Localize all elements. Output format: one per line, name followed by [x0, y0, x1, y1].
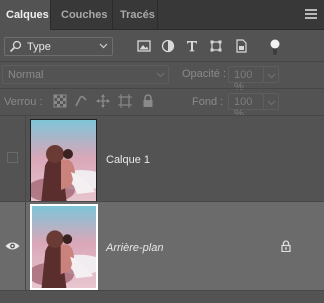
fill-dropdown-button[interactable]: [264, 93, 279, 110]
tab-calques[interactable]: Calques: [0, 0, 50, 31]
opacity-field[interactable]: 100 %: [228, 66, 264, 93]
smart-object-filter-icon[interactable]: [233, 38, 249, 54]
chevron-down-icon: [156, 72, 165, 78]
visibility-toggle[interactable]: [0, 116, 25, 201]
visibility-column-divider: [25, 116, 26, 201]
filter-toggle-switch[interactable]: [270, 38, 280, 56]
row-divider: [0, 290, 324, 291]
panel-divider: [0, 88, 324, 89]
layer-thumbnail-image: [31, 120, 96, 202]
tab-divider: [157, 0, 158, 30]
layers-panel: Calques Couches Tracés Type Normal Opaci…: [0, 0, 324, 303]
lock-artboard-icon[interactable]: [118, 94, 132, 108]
filter-kind-label: Type: [27, 41, 51, 53]
blend-mode-select[interactable]: Normal: [2, 65, 169, 84]
tab-traces[interactable]: Tracés: [114, 0, 161, 30]
lock-label: Verrou :: [4, 96, 43, 108]
layer-name[interactable]: Arrière-plan: [106, 242, 163, 254]
image-filter-icon[interactable]: [136, 38, 152, 54]
eye-icon: [5, 242, 20, 250]
tab-couches[interactable]: Couches: [55, 0, 113, 30]
blend-mode-value: Normal: [8, 69, 44, 81]
filter-kind-select[interactable]: Type: [4, 37, 113, 56]
lock-transparent-pixels-icon[interactable]: [53, 94, 67, 108]
chevron-down-icon: [267, 73, 276, 79]
chevron-down-icon: [267, 100, 276, 106]
lock-position-icon[interactable]: [96, 94, 110, 108]
tab-divider: [112, 0, 113, 30]
layer-row-arriere-plan[interactable]: Arrière-plan: [0, 202, 324, 290]
visibility-column-divider: [25, 202, 26, 290]
fill-label: Fond :: [192, 96, 224, 108]
panel-divider: [0, 61, 324, 62]
lock-image-pixels-icon[interactable]: [74, 94, 88, 108]
lock-all-icon[interactable]: [141, 94, 155, 108]
opacity-dropdown-button[interactable]: [264, 66, 279, 83]
layer-name[interactable]: Calque 1: [106, 154, 150, 166]
panel-menu-icon[interactable]: [305, 9, 317, 19]
panel-tab-bar: Calques Couches Tracés: [0, 0, 324, 31]
layer-row-calque-1[interactable]: Calque 1: [0, 116, 324, 203]
tab-divider: [50, 0, 51, 30]
search-icon: [9, 40, 22, 53]
layer-thumbnail-image: [32, 206, 96, 288]
shape-filter-icon[interactable]: [208, 38, 224, 54]
type-filter-icon[interactable]: [184, 38, 200, 54]
chevron-down-icon: [99, 43, 108, 49]
opacity-value: 100 %: [234, 69, 253, 93]
fill-field[interactable]: 100 %: [228, 93, 264, 120]
layer-thumbnail[interactable]: [30, 204, 98, 290]
adjustment-filter-icon[interactable]: [160, 38, 176, 54]
layer-thumbnail[interactable]: [30, 119, 97, 203]
opacity-label: Opacité :: [182, 68, 227, 80]
visibility-toggle[interactable]: [0, 202, 25, 290]
layer-lock-icon[interactable]: [281, 240, 291, 252]
visibility-empty-box: [7, 152, 18, 163]
